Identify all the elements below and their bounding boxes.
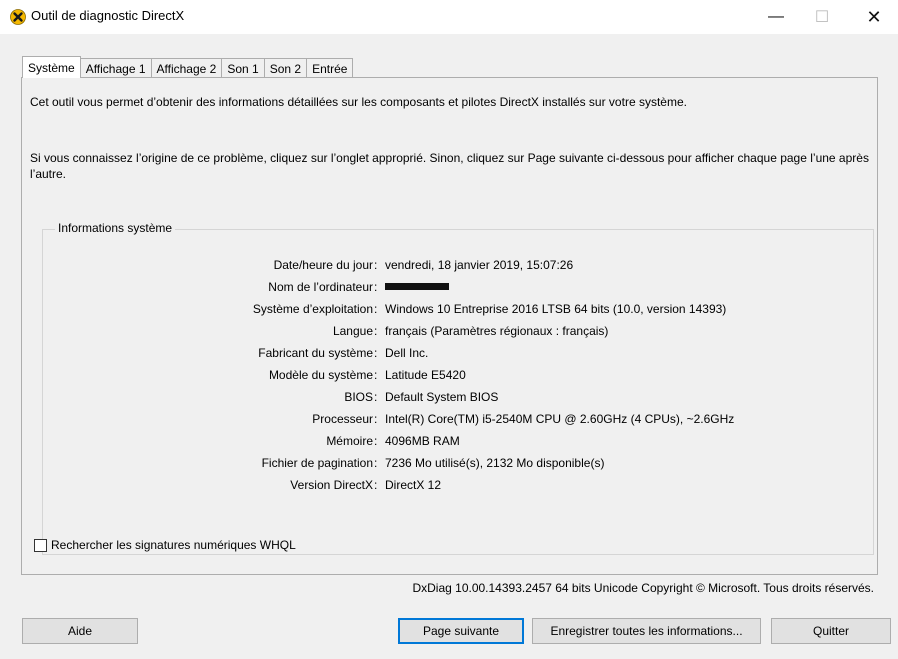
info-row-model: Modèle du système : Latitude E5420 (43, 368, 873, 386)
info-separator: : (374, 302, 378, 316)
info-value: Default System BIOS (385, 390, 499, 404)
info-value-redacted (385, 280, 449, 294)
info-separator: : (374, 434, 378, 448)
info-label: Fichier de pagination (261, 456, 373, 470)
info-value: Latitude E5420 (385, 368, 466, 382)
instruction-text: Si vous connaissez l’origine de ce probl… (30, 151, 869, 181)
info-row-manufacturer: Fabricant du système : Dell Inc. (43, 346, 873, 364)
info-separator: : (374, 456, 378, 470)
info-separator: : (374, 368, 378, 382)
info-row-date: Date/heure du jour : vendredi, 18 janvie… (43, 258, 873, 276)
info-value: Intel(R) Core(TM) i5-2540M CPU @ 2.60GHz… (385, 412, 735, 426)
info-row-os: Système d’exploitation : Windows 10 Entr… (43, 302, 873, 320)
info-row-pagefile: Fichier de pagination : 7236 Mo utilisé(… (43, 456, 873, 474)
system-info-group: Informations système Date/heure du jour … (42, 221, 874, 555)
info-row-language: Langue : français (Paramètres régionaux … (43, 324, 873, 342)
info-label: Langue (332, 324, 373, 338)
info-separator: : (374, 324, 378, 338)
info-label: Système d’exploitation (252, 302, 373, 316)
info-label: Version DirectX (290, 478, 373, 492)
info-separator: : (374, 346, 378, 360)
info-row-processor: Processeur : Intel(R) Core(TM) i5-2540M … (43, 412, 873, 430)
copyright-text: DxDiag 10.00.14393.2457 64 bits Unicode … (412, 581, 874, 595)
minimize-button[interactable]: — (753, 0, 799, 34)
info-row-memory: Mémoire : 4096MB RAM (43, 434, 873, 452)
info-row-bios: BIOS : Default System BIOS (43, 390, 873, 408)
info-row-directx-version: Version DirectX : DirectX 12 (43, 478, 873, 496)
tab-systeme[interactable]: Système (22, 56, 81, 78)
tab-affichage-1[interactable]: Affichage 1 (79, 58, 152, 78)
info-label: Processeur (312, 412, 373, 426)
tab-son-1[interactable]: Son 1 (221, 58, 265, 78)
tab-entree[interactable]: Entrée (306, 58, 354, 78)
info-separator: : (374, 478, 378, 492)
next-page-button[interactable]: Page suivante (398, 618, 524, 644)
tab-strip: Système Affichage 1 Affichage 2 Son 1 So… (22, 56, 354, 78)
info-row-computer-name: Nom de l’ordinateur : (43, 280, 873, 298)
save-all-info-button[interactable]: Enregistrer toutes les informations... (532, 618, 761, 644)
info-label: Fabricant du système (258, 346, 373, 360)
info-value: français (Paramètres régionaux : françai… (385, 324, 609, 338)
info-separator: : (374, 390, 378, 404)
info-value: Dell Inc. (385, 346, 429, 360)
info-value: 7236 Mo utilisé(s), 2132 Mo disponible(s… (385, 456, 605, 470)
tab-affichage-2[interactable]: Affichage 2 (150, 58, 223, 78)
info-label: BIOS (344, 390, 373, 404)
close-button[interactable]: ✕ (851, 0, 897, 34)
info-value: DirectX 12 (385, 478, 442, 492)
window-title: Outil de diagnostic DirectX (31, 8, 185, 23)
tab-panel-systeme: Cet outil vous permet d’obtenir des info… (21, 77, 878, 575)
dialog-body: Système Affichage 1 Affichage 2 Son 1 So… (0, 34, 898, 659)
directx-icon (10, 9, 26, 25)
info-separator: : (374, 412, 378, 426)
quit-button[interactable]: Quitter (771, 618, 891, 644)
help-button[interactable]: Aide (22, 618, 138, 644)
whql-checkbox-row[interactable]: Rechercher les signatures numériques WHQ… (34, 538, 296, 552)
info-separator: : (374, 280, 378, 294)
info-label: Mémoire (326, 434, 373, 448)
group-title: Informations système (55, 221, 176, 235)
info-value: Windows 10 Entreprise 2016 LTSB 64 bits … (385, 302, 727, 316)
info-label: Date/heure du jour (273, 258, 373, 272)
tab-son-2[interactable]: Son 2 (263, 58, 308, 78)
info-label: Modèle du système (268, 368, 373, 382)
info-separator: : (374, 258, 378, 272)
redaction-bar (385, 282, 449, 290)
title-bar[interactable]: Outil de diagnostic DirectX — ☐ ✕ (0, 0, 898, 34)
info-label: Nom de l’ordinateur (268, 280, 373, 294)
whql-checkbox[interactable] (34, 538, 47, 552)
intro-text: Cet outil vous permet d’obtenir des info… (30, 95, 687, 109)
whql-label[interactable]: Rechercher les signatures numériques WHQ… (51, 538, 296, 552)
maximize-button[interactable]: ☐ (799, 0, 845, 34)
info-value: vendredi, 18 janvier 2019, 15:07:26 (385, 258, 574, 272)
info-value: 4096MB RAM (385, 434, 460, 448)
